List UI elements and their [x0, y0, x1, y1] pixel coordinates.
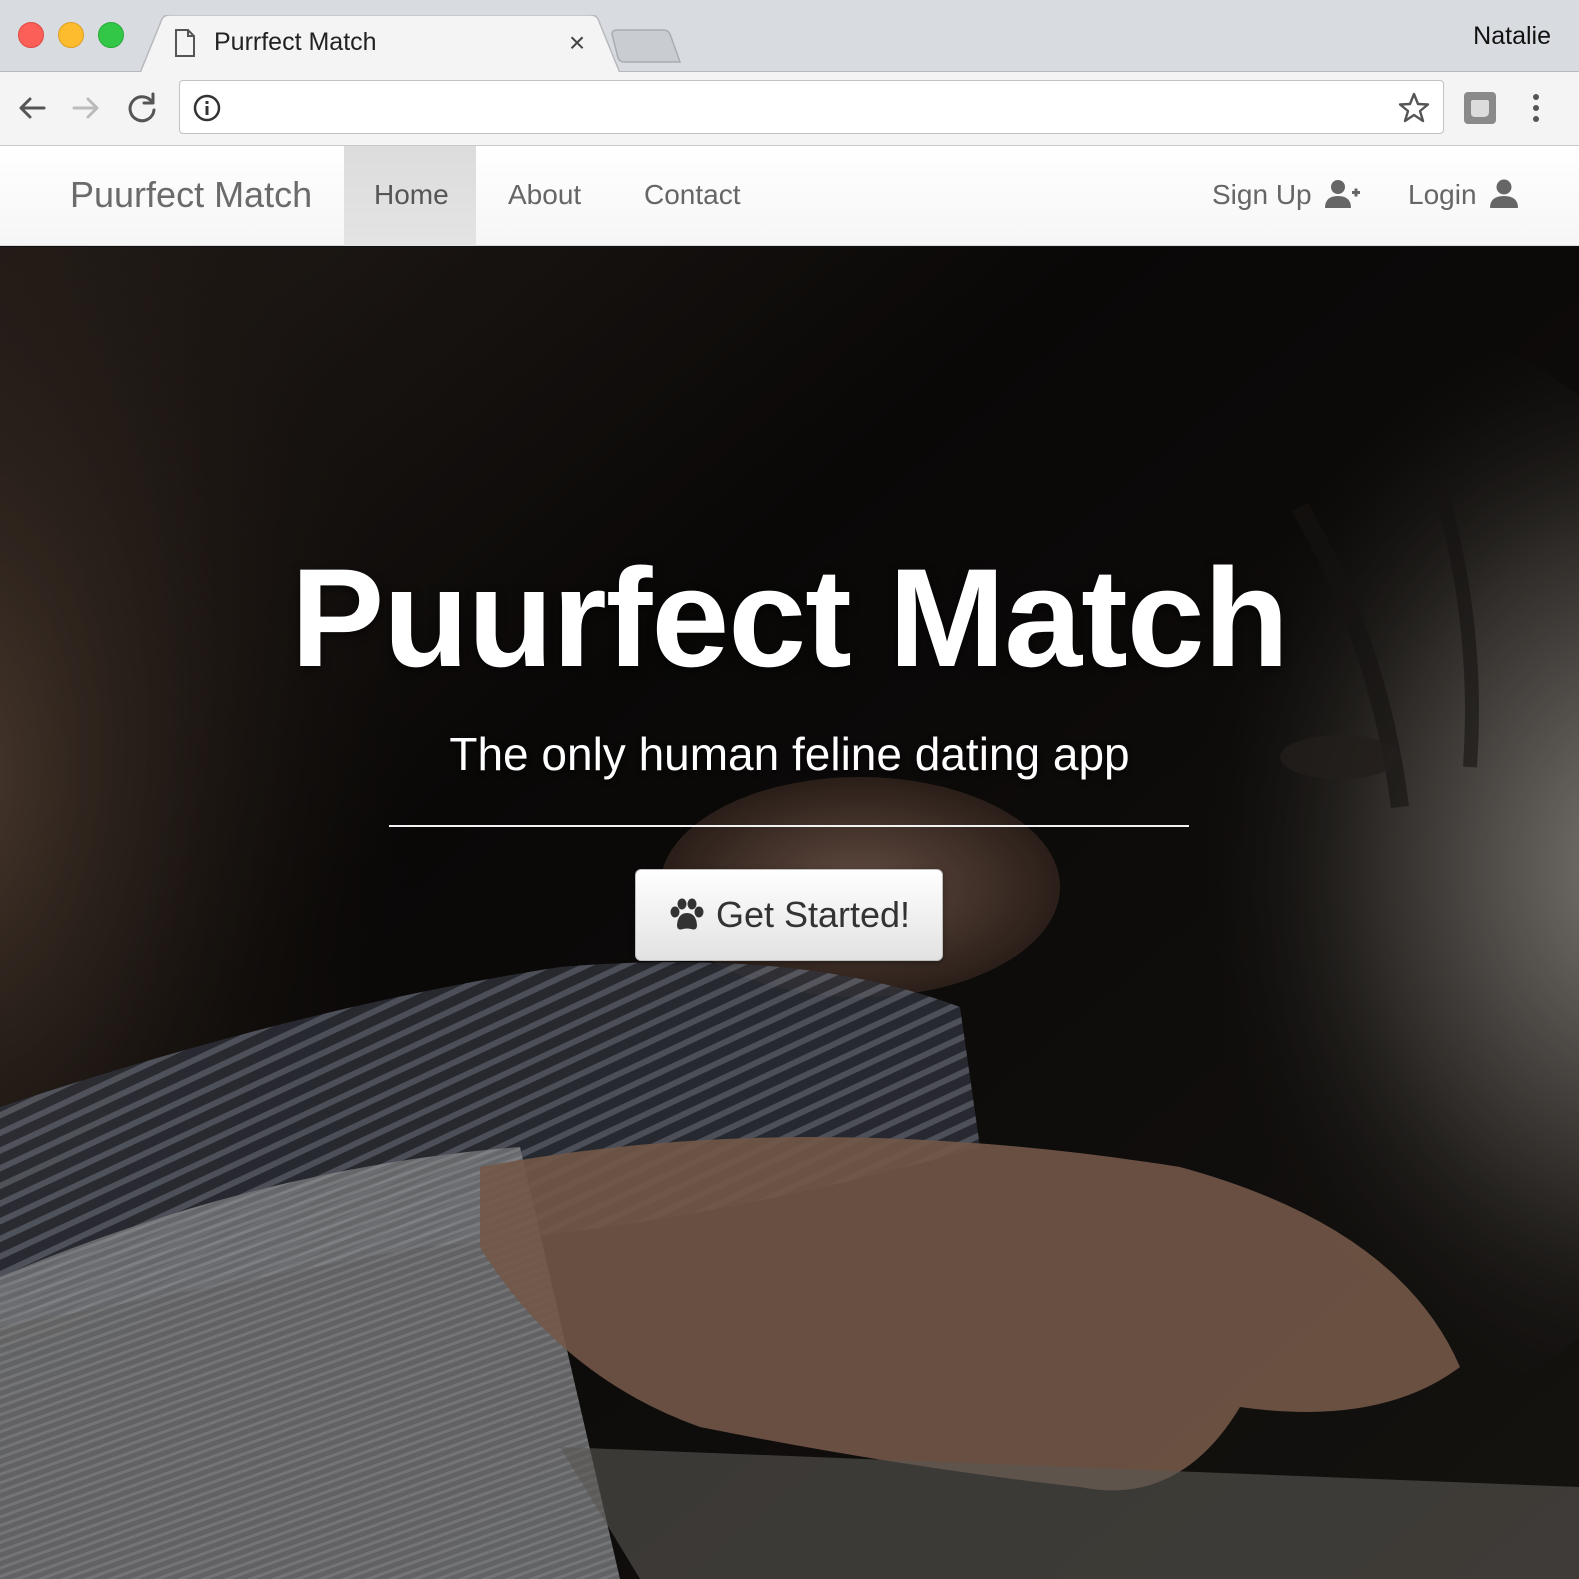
hero-title: Puurfect Match — [290, 539, 1289, 696]
nav-item-label: Sign Up — [1212, 179, 1312, 210]
get-started-label: Get Started! — [715, 894, 911, 935]
user-plus-icon — [1325, 179, 1361, 208]
profile-name[interactable]: Natalie — [1473, 22, 1551, 51]
maximize-window-button[interactable] — [98, 22, 124, 48]
nav-item-about[interactable]: About — [508, 146, 581, 246]
address-bar[interactable] — [179, 80, 1444, 134]
browser-toolbar — [0, 72, 1579, 146]
tab-shape — [140, 15, 620, 73]
nav-item-label: Login — [1408, 179, 1477, 210]
tab-close-icon[interactable]: × — [562, 28, 592, 58]
nav-item-label: Home — [374, 179, 449, 210]
forward-button[interactable] — [68, 90, 104, 126]
hero-divider — [389, 825, 1189, 827]
browser-tab-active[interactable]: Purrfect Match × — [140, 15, 620, 73]
navbar-brand[interactable]: Puurfect Match — [70, 174, 312, 216]
bookmark-star-icon[interactable] — [1397, 91, 1431, 125]
nav-item-label: About — [508, 179, 582, 210]
hero-section: Puurfect Match The only human feline dat… — [0, 247, 1579, 1579]
user-icon — [1490, 179, 1519, 208]
extension-icon[interactable] — [1462, 90, 1498, 126]
close-window-button[interactable] — [18, 22, 44, 48]
nav-item-contact[interactable]: Contact — [644, 146, 741, 246]
hero-subtitle: The only human feline dating app — [449, 728, 1130, 780]
reload-button[interactable] — [124, 90, 160, 126]
minimize-window-button[interactable] — [58, 22, 84, 48]
nav-item-login[interactable]: Login — [1408, 146, 1519, 246]
site-navbar: Puurfect Match Home About Contact Sign U… — [0, 146, 1579, 246]
paw-icon — [670, 898, 704, 930]
back-arrow-icon — [19, 97, 46, 119]
document-icon — [175, 29, 195, 57]
back-button[interactable] — [14, 90, 50, 126]
nav-item-sign-up[interactable]: Sign Up — [1212, 146, 1361, 246]
nav-item-home[interactable]: Home — [344, 146, 476, 246]
forward-arrow-icon — [72, 97, 99, 119]
tab-title: Purrfect Match — [214, 28, 377, 56]
new-tab-button[interactable] — [610, 28, 682, 64]
nav-item-label: Contact — [644, 179, 741, 210]
get-started-button[interactable]: Get Started! — [635, 869, 943, 961]
browser-titlebar: Purrfect Match × Natalie — [0, 0, 1579, 73]
info-icon[interactable] — [192, 93, 222, 123]
browser-window: Purrfect Match × Natalie Puurfect Match … — [0, 0, 1579, 1579]
address-input[interactable] — [236, 91, 1386, 125]
menu-icon[interactable] — [1522, 90, 1550, 126]
reload-icon — [128, 92, 156, 123]
